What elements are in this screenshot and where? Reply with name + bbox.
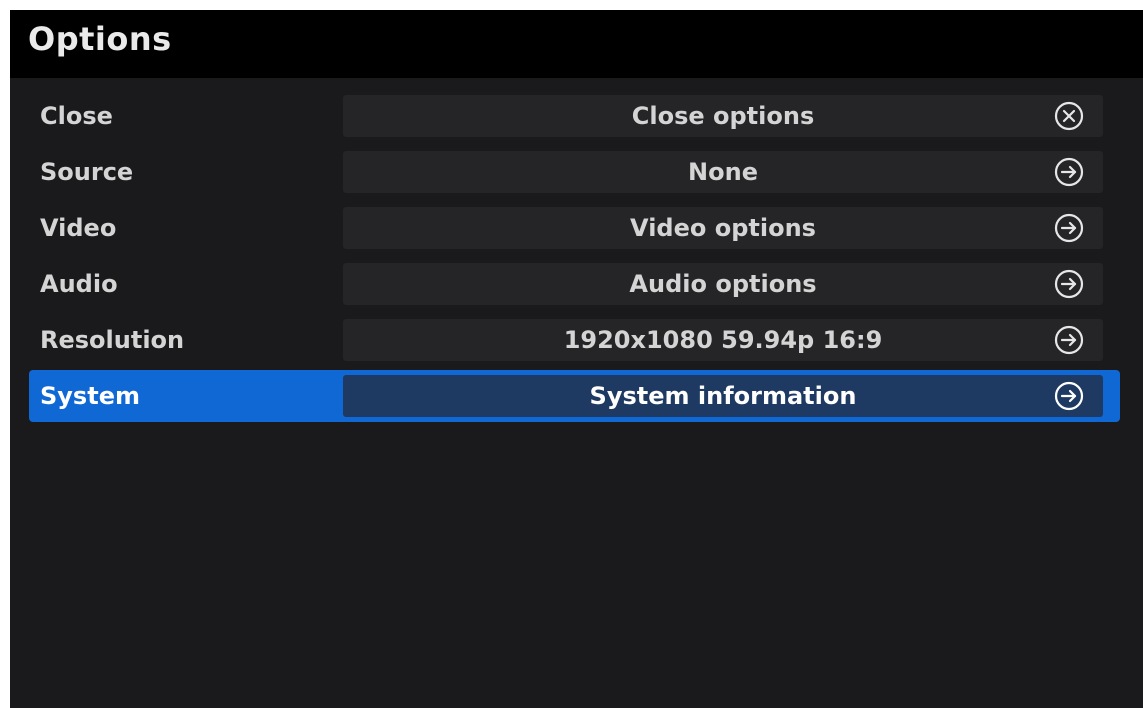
title-bar: Options [10,10,1143,78]
arrow-right-circle-icon[interactable] [1053,212,1085,244]
option-value: Audio options [629,270,817,298]
options-window: Options Close Close options Source None [10,10,1143,708]
close-circle-icon[interactable] [1053,100,1085,132]
arrow-right-circle-icon[interactable] [1053,380,1085,412]
option-row-audio[interactable]: Audio Audio options [29,258,1120,310]
arrow-right-circle-icon[interactable] [1053,324,1085,356]
option-label: Close [40,102,113,130]
video-options-button[interactable]: Video options [343,207,1103,249]
audio-options-button[interactable]: Audio options [343,263,1103,305]
system-information-button[interactable]: System information [343,375,1103,417]
option-label: System [40,382,140,410]
source-select-button[interactable]: None [343,151,1103,193]
close-options-button[interactable]: Close options [343,95,1103,137]
option-label: Audio [40,270,118,298]
option-label: Source [40,158,134,186]
option-row-close[interactable]: Close Close options [29,90,1120,142]
arrow-right-circle-icon[interactable] [1053,268,1085,300]
option-row-resolution[interactable]: Resolution 1920x1080 59.94p 16:9 [29,314,1120,366]
option-value: Close options [631,102,815,130]
arrow-right-circle-icon[interactable] [1053,156,1085,188]
option-label: Resolution [40,326,185,354]
option-row-system[interactable]: System System information [29,370,1120,422]
option-value: 1920x1080 59.94p 16:9 [563,326,883,354]
option-value: Video options [630,214,816,242]
resolution-select-button[interactable]: 1920x1080 59.94p 16:9 [343,319,1103,361]
option-row-video[interactable]: Video Video options [29,202,1120,254]
page-title: Options [28,20,172,58]
option-row-source[interactable]: Source None [29,146,1120,198]
option-value: None [688,158,758,186]
option-value: System information [589,382,857,410]
option-label: Video [40,214,117,242]
